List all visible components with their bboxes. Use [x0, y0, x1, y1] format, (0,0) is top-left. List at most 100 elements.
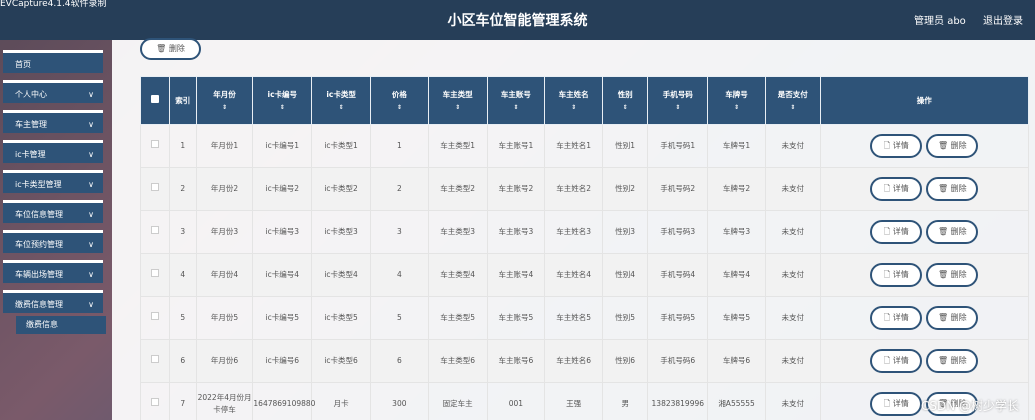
sidebar-item[interactable]: 车主管理 ∨ [3, 110, 103, 133]
table-cell: 手机号码5 [647, 296, 709, 340]
row-checkbox[interactable] [150, 269, 159, 277]
delete-button[interactable]: 🗑 删除 [926, 220, 979, 244]
sidebar-item-label: 缴费信息管理 [15, 300, 63, 309]
table-cell: 车主账号3 [486, 210, 546, 254]
table-cell: ic卡编号4 [252, 253, 313, 297]
detail-button[interactable]: 🗋 详情 [870, 134, 923, 158]
table-cell: 4 [168, 253, 197, 297]
row-actions: 🗋 详情 🗑 删除 [819, 253, 1030, 297]
delete-button[interactable]: 🗑 删除 [926, 134, 979, 158]
delete-button[interactable]: 🗑 删除 [926, 306, 979, 330]
column-header[interactable]: 是否支付 ⇕ [764, 76, 821, 125]
sidebar-item[interactable]: 缴费信息管理 ∨ [3, 290, 103, 313]
sidebar-item[interactable]: 车位预约管理 ∨ [3, 230, 103, 253]
detail-button[interactable]: 🗋 详情 [870, 177, 923, 201]
table-cell: 年月份2 [195, 167, 254, 211]
table-cell: 001 [486, 382, 546, 420]
sidebar-item[interactable]: 个人中心 ∨ [3, 80, 103, 103]
column-header[interactable]: 年月份 ⇕ [195, 76, 254, 125]
table-cell: 手机号码4 [647, 253, 709, 297]
sidebar-item-label: ic卡类型管理 [15, 180, 62, 189]
delete-button[interactable]: 🗑 删除 [926, 349, 979, 373]
column-header: 操作 [819, 76, 1030, 125]
sort-icon: ⇕ [675, 103, 681, 111]
detail-button[interactable]: 🗋 详情 [870, 392, 923, 416]
column-header[interactable]: 手机号码 ⇕ [647, 76, 709, 125]
row-checkbox[interactable] [150, 226, 159, 234]
sidebar-item[interactable]: 首页 [3, 50, 103, 73]
sort-icon: ⇕ [279, 103, 285, 111]
column-header-label: 价格 [391, 89, 407, 99]
detail-button[interactable]: 🗋 详情 [870, 306, 923, 330]
table-cell: 未支付 [764, 253, 821, 297]
row-actions: 🗋 详情 🗑 删除 [819, 210, 1030, 254]
table-row: 6 年月份6 ic卡编号6 ic卡类型6 6 车主类型6 车主账号6 车主姓名6 性别6 手机号码… [140, 339, 1030, 383]
chevron-down-icon: ∨ [88, 270, 94, 279]
sidebar-item[interactable]: ic卡类型管理 ∨ [3, 170, 103, 193]
delete-button[interactable]: 🗑 删除 [926, 177, 979, 201]
sidebar-menu: 首页 个人中心 ∨ 车主管理 ∨ ic卡管理 ∨ ic卡类型管理 ∨ 车位信息管理 ∨ 车位预约管理 ∨… [0, 48, 106, 334]
column-header[interactable]: 车主类型 ⇕ [427, 76, 488, 125]
column-header[interactable]: 车牌号 ⇕ [707, 76, 766, 125]
table-cell: 车主姓名4 [544, 253, 603, 297]
table-cell: ic卡类型2 [311, 167, 371, 211]
detail-button[interactable]: 🗋 详情 [870, 220, 923, 244]
sidebar-item[interactable]: ic卡管理 ∨ [3, 140, 103, 163]
sidebar-item[interactable]: 车位信息管理 ∨ [3, 200, 103, 223]
column-header[interactable]: 价格 ⇕ [369, 76, 429, 125]
column-header[interactable]: ic卡编号 ⇕ [252, 76, 313, 125]
row-checkbox[interactable] [150, 355, 159, 363]
row-checkbox[interactable] [150, 398, 159, 406]
batch-delete-button[interactable]: 🗑 删除 [140, 38, 201, 60]
row-select-cell [140, 167, 170, 211]
sidebar-subitem-payment-info[interactable]: 缴费信息 [16, 316, 106, 334]
sidebar-item-label: ic卡管理 [15, 150, 46, 159]
table-cell: 车主账号2 [486, 167, 546, 211]
detail-button[interactable]: 🗋 详情 [870, 349, 923, 373]
table-cell: 车牌号2 [707, 167, 766, 211]
logout-link[interactable]: 退出登录 [983, 16, 1023, 27]
table-cell: 性别5 [601, 296, 649, 340]
table-cell: 车主姓名1 [544, 124, 603, 168]
table-cell: ic卡类型3 [311, 210, 371, 254]
column-header[interactable]: 性别 ⇕ [601, 76, 649, 125]
table-cell: 5 [369, 296, 429, 340]
row-checkbox[interactable] [150, 312, 159, 320]
sort-icon: ⇕ [571, 103, 577, 111]
table-cell: 3 [168, 210, 197, 254]
column-header: 索引 [168, 76, 197, 125]
table-cell: 车主姓名5 [544, 296, 603, 340]
column-header[interactable]: 车主姓名 ⇕ [544, 76, 603, 125]
chevron-down-icon: ∨ [88, 180, 94, 189]
delete-button[interactable]: 🗑 删除 [926, 263, 979, 287]
table-cell: 车主类型3 [427, 210, 488, 254]
table-cell: ic卡类型6 [311, 339, 371, 383]
sort-icon: ⇕ [338, 103, 344, 111]
table-cell: 7 [168, 382, 197, 420]
watermark: CSDN @树少学长 [920, 399, 1019, 413]
row-select-cell [140, 339, 170, 383]
table-cell: 年月份1 [195, 124, 254, 168]
column-header[interactable]: ic卡类型 ⇕ [311, 76, 371, 125]
row-checkbox[interactable] [150, 183, 159, 191]
table-cell: 月卡 [311, 382, 371, 420]
table-row: 3 年月份3 ic卡编号3 ic卡类型3 3 车主类型3 车主账号3 车主姓名3 性别3 手机号码… [140, 210, 1030, 254]
row-checkbox[interactable] [150, 140, 159, 148]
top-header: EVCapture4.1.4软件录制 小区车位智能管理系统 管理员 abo 退出… [0, 0, 1035, 40]
select-all-checkbox[interactable] [150, 95, 159, 103]
sort-icon: ⇕ [622, 103, 628, 111]
detail-button[interactable]: 🗋 详情 [870, 263, 923, 287]
table-cell: 性别3 [601, 210, 649, 254]
table-cell: 2022年4月份月卡停车 [195, 382, 254, 420]
column-header[interactable]: 车主账号 ⇕ [486, 76, 546, 125]
table-row: 5 年月份5 ic卡编号5 ic卡类型5 5 车主类型5 车主账号5 车主姓名5 性别5 手机号码… [140, 296, 1030, 340]
table-row: 4 年月份4 ic卡编号4 ic卡类型4 4 车主类型4 车主账号4 车主姓名4 性别4 手机号码… [140, 253, 1030, 297]
sort-icon: ⇕ [790, 103, 796, 111]
column-header-label: ic卡类型 [326, 89, 356, 99]
table-cell: 车主姓名2 [544, 167, 603, 211]
table-cell: 车主类型1 [427, 124, 488, 168]
sidebar-item[interactable]: 车辆出场管理 ∨ [3, 260, 103, 283]
column-header-label: 手机号码 [662, 89, 693, 99]
table-cell: 车主类型6 [427, 339, 488, 383]
table-cell: 车主姓名3 [544, 210, 603, 254]
